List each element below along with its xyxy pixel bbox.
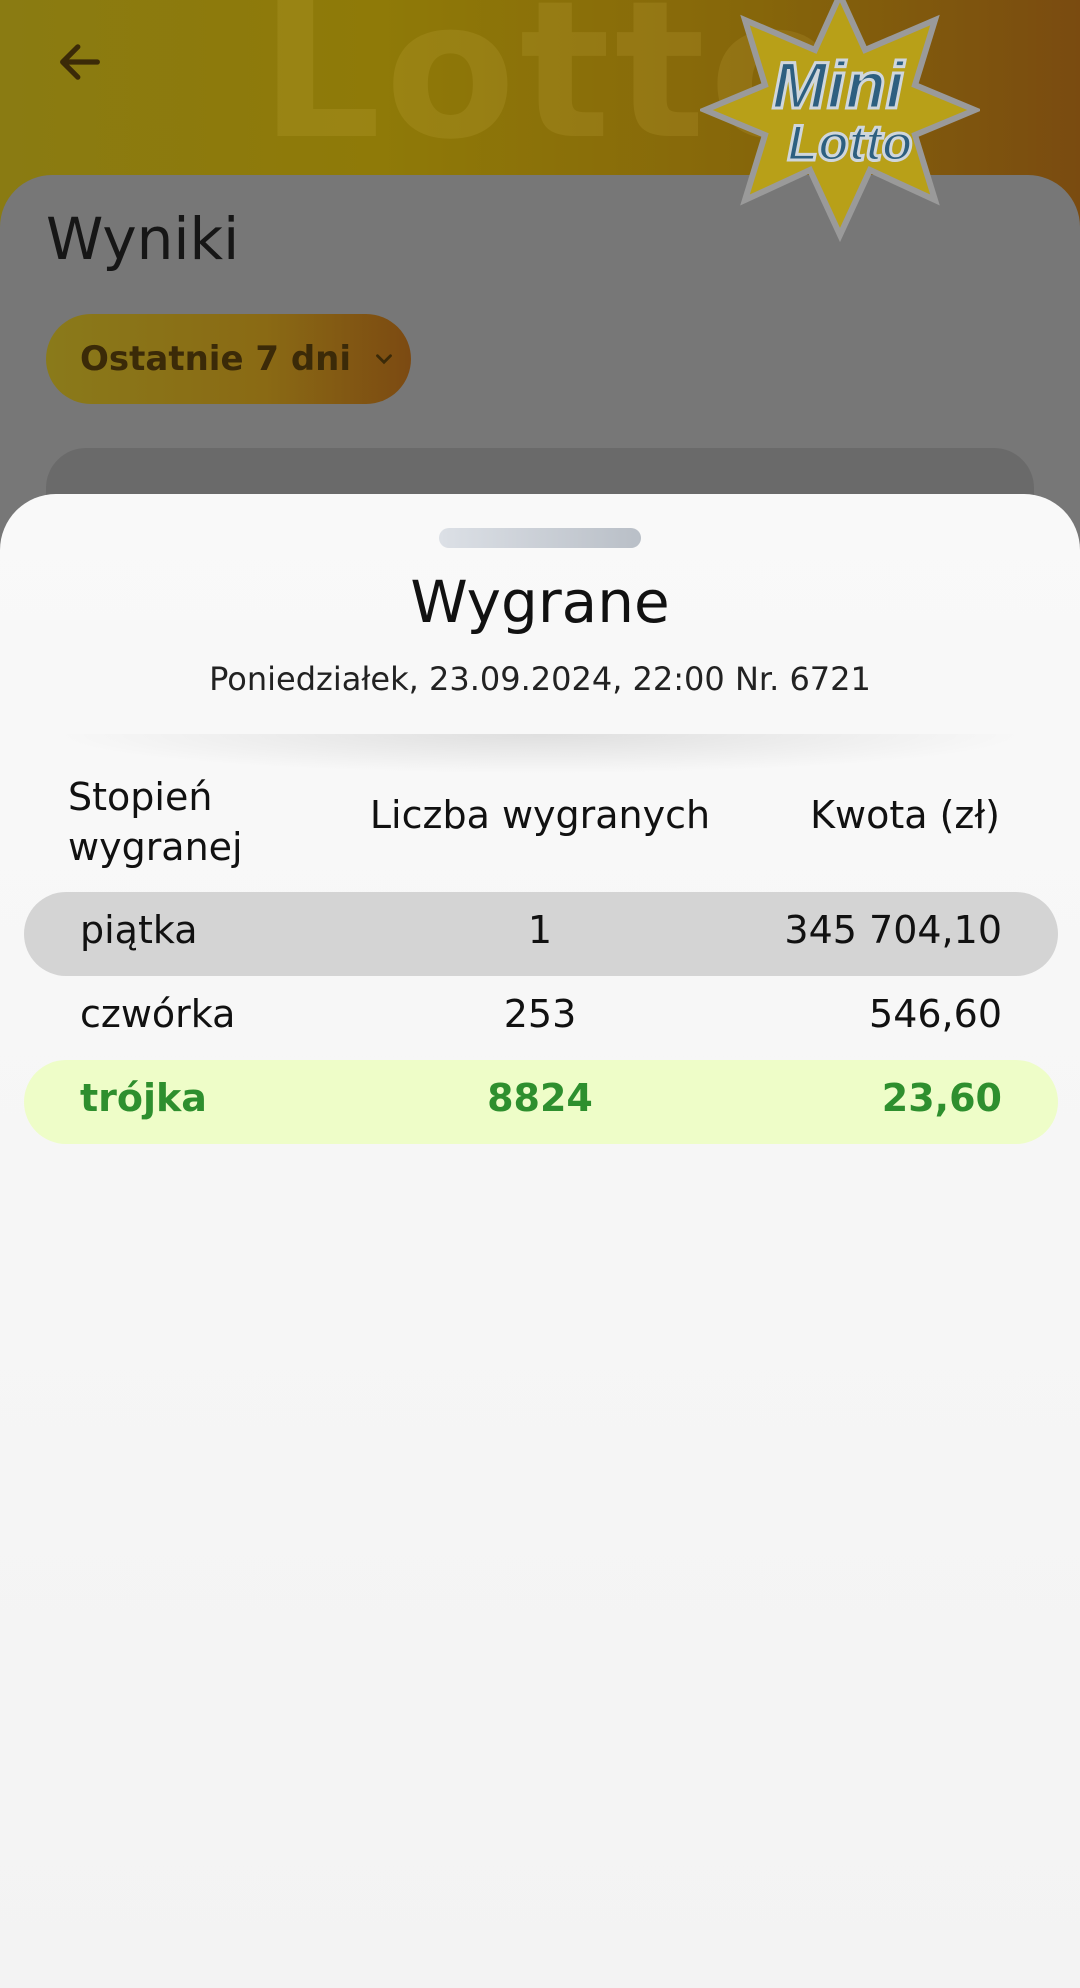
arrow-left-icon <box>60 44 100 80</box>
header-divider <box>50 734 1030 774</box>
prize-grade: czwórka <box>80 992 236 1036</box>
draw-date-info: Poniedziałek, 23.09.2024, 22:00 Nr. 6721 <box>209 660 871 698</box>
winners-count: 1 <box>527 908 553 952</box>
sheet-title: Wygrane <box>410 568 670 636</box>
filter-label: Ostatnie 7 dni <box>80 339 352 379</box>
logo-text-mini: Mini <box>772 48 906 122</box>
prize-amount: 23,60 <box>881 1076 1002 1120</box>
page-title: Wyniki <box>46 205 240 273</box>
table-row: czwórka 253 546,60 <box>24 976 1058 1060</box>
winnings-bottom-sheet: Wygrane Poniedziałek, 23.09.2024, 22:00 … <box>0 494 1080 1988</box>
winners-count: 8824 <box>487 1076 593 1120</box>
winners-count: 253 <box>503 992 577 1036</box>
column-header-grade: Stopień wygranej <box>68 775 243 869</box>
table-row: piątka 1 345 704,10 <box>24 892 1058 976</box>
logo-text-lotto: Lotto <box>788 115 913 171</box>
column-header-amount: Kwota (zł) <box>810 793 1000 837</box>
sheet-drag-handle[interactable] <box>439 528 641 548</box>
chevron-down-icon <box>371 346 397 372</box>
back-button[interactable] <box>44 26 116 98</box>
prize-amount: 345 704,10 <box>784 908 1002 952</box>
mini-lotto-logo: Mini Lotto <box>700 0 980 243</box>
prize-grade: piątka <box>80 908 198 952</box>
date-filter-dropdown[interactable]: Ostatnie 7 dni <box>46 314 411 404</box>
prize-grade: trójka <box>80 1076 207 1120</box>
column-header-count: Liczba wygranych <box>369 793 711 837</box>
prize-amount: 546,60 <box>869 992 1002 1036</box>
table-row-highlighted: trójka 8824 23,60 <box>24 1060 1058 1144</box>
